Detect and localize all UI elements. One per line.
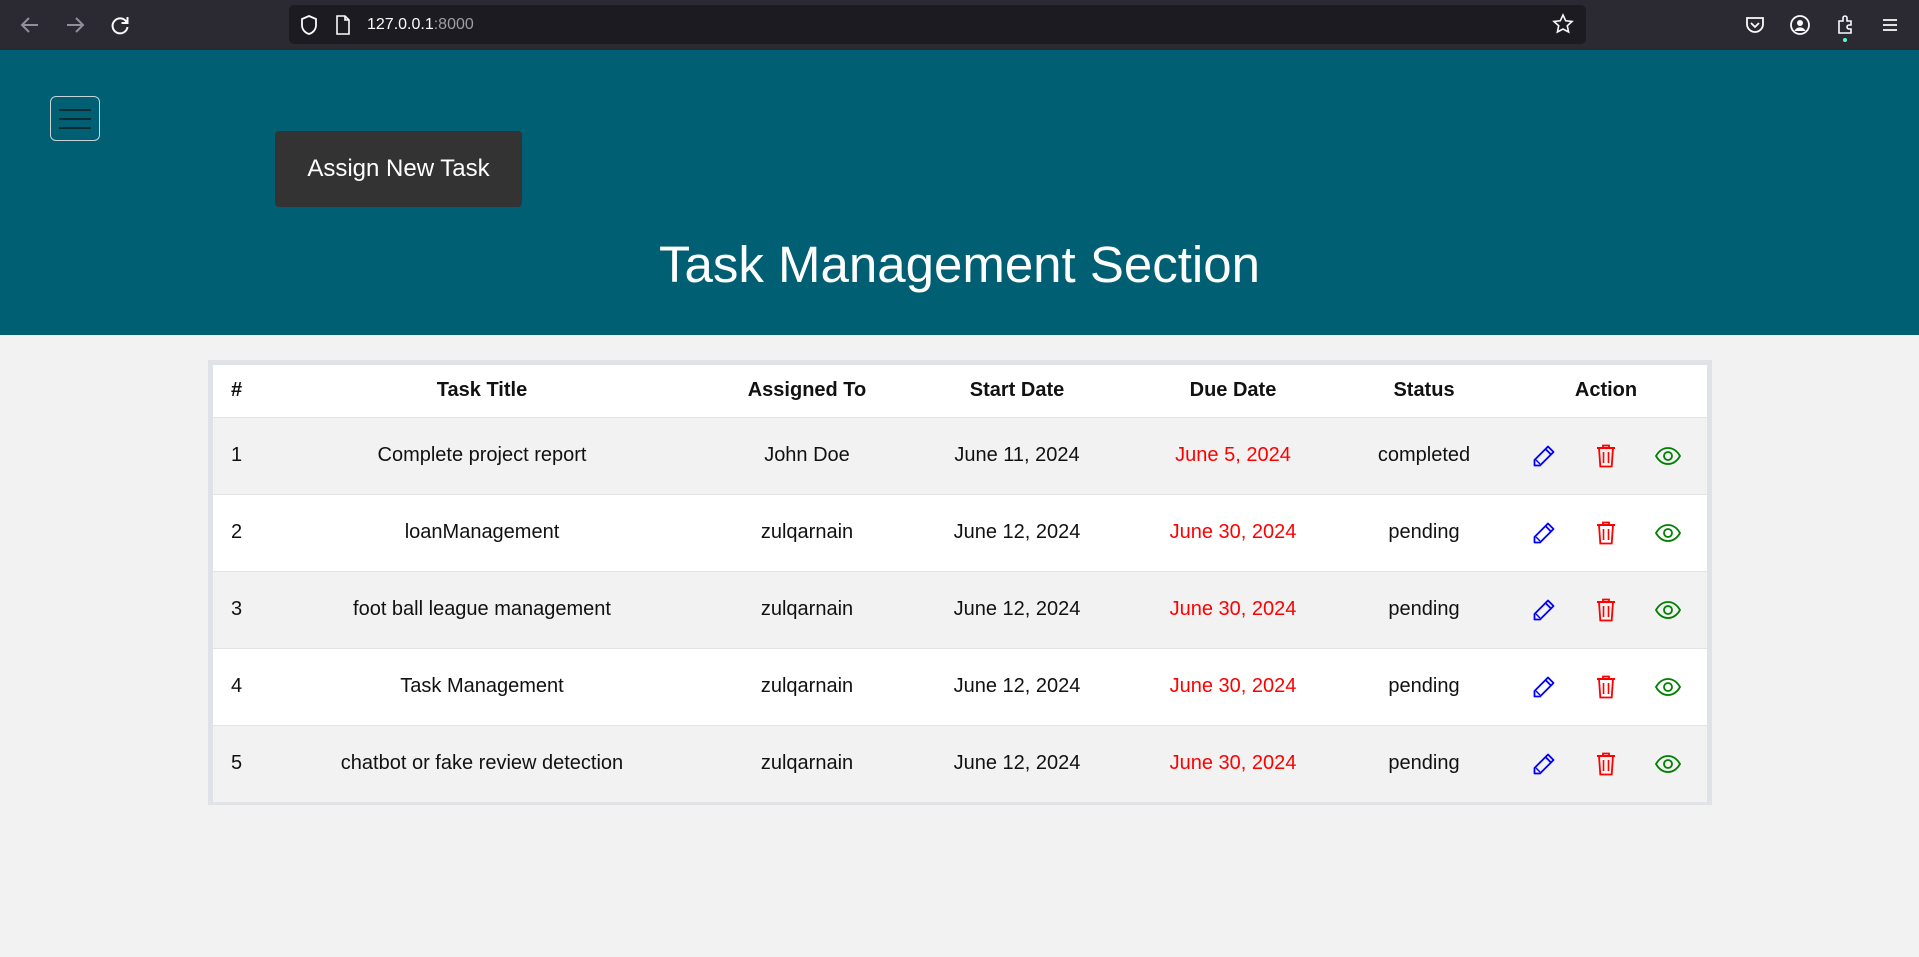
assign-new-task-button[interactable]: Assign New Task xyxy=(275,131,522,207)
task-table: # Task Title Assigned To Start Date Due … xyxy=(213,365,1707,803)
reload-icon xyxy=(111,17,129,35)
task-title: Task Management xyxy=(261,648,703,726)
task-status: pending xyxy=(1343,725,1505,803)
forward-button[interactable] xyxy=(62,12,88,38)
task-assigned-to: zulqarnain xyxy=(703,571,911,649)
task-table-container: # Task Title Assigned To Start Date Due … xyxy=(208,360,1712,805)
task-start-date: June 11, 2024 xyxy=(911,417,1123,495)
table-row: 1 Complete project report John Doe June … xyxy=(213,417,1707,495)
pencil-icon[interactable] xyxy=(1530,673,1558,701)
address-bar[interactable]: 127.0.0.1:8000 xyxy=(289,5,1586,44)
eye-icon[interactable] xyxy=(1654,750,1682,778)
task-status: pending xyxy=(1343,494,1505,572)
task-title: loanManagement xyxy=(261,494,703,572)
extensions-icon[interactable] xyxy=(1832,12,1858,38)
task-actions xyxy=(1505,648,1707,726)
eye-icon[interactable] xyxy=(1654,442,1682,470)
menu-line xyxy=(59,126,91,129)
pencil-icon[interactable] xyxy=(1530,519,1558,547)
menu-line xyxy=(59,108,91,111)
task-start-date: June 12, 2024 xyxy=(911,571,1123,649)
action-group xyxy=(1505,673,1707,701)
eye-icon[interactable] xyxy=(1654,519,1682,547)
task-number: 4 xyxy=(213,648,261,726)
trash-icon[interactable] xyxy=(1592,596,1620,624)
browser-toolbar: 127.0.0.1:8000 xyxy=(0,0,1919,50)
eye-icon[interactable] xyxy=(1654,673,1682,701)
task-due-date: June 30, 2024 xyxy=(1123,571,1343,649)
trash-icon[interactable] xyxy=(1592,442,1620,470)
task-actions xyxy=(1505,571,1707,649)
task-number: 3 xyxy=(213,571,261,649)
task-actions xyxy=(1505,494,1707,572)
task-start-date: June 12, 2024 xyxy=(911,725,1123,803)
hamburger-menu-button[interactable] xyxy=(50,96,100,141)
page-title: Task Management Section xyxy=(659,236,1260,293)
back-arrow-icon xyxy=(20,17,38,33)
column-header-due-date: Due Date xyxy=(1123,365,1343,418)
trash-icon[interactable] xyxy=(1592,750,1620,778)
page-icon xyxy=(335,15,351,40)
forward-arrow-icon xyxy=(67,17,85,33)
task-status: pending xyxy=(1343,571,1505,649)
table-row: 4 Task Management zulqarnain June 12, 20… xyxy=(213,648,1707,726)
shield-icon xyxy=(299,14,319,41)
table-row: 2 loanManagement zulqarnain June 12, 202… xyxy=(213,494,1707,572)
task-due-date: June 30, 2024 xyxy=(1123,648,1343,726)
account-icon[interactable] xyxy=(1787,12,1813,38)
menu-line xyxy=(59,117,91,120)
table-header-row: # Task Title Assigned To Start Date Due … xyxy=(213,365,1707,418)
column-header-number: # xyxy=(213,365,261,418)
reload-button[interactable] xyxy=(107,12,133,38)
task-actions xyxy=(1505,417,1707,495)
task-number: 2 xyxy=(213,494,261,572)
url-text: 127.0.0.1:8000 xyxy=(367,16,474,34)
pencil-icon[interactable] xyxy=(1530,596,1558,624)
task-number: 1 xyxy=(213,417,261,495)
task-status: pending xyxy=(1343,648,1505,726)
pocket-icon[interactable] xyxy=(1742,12,1768,38)
task-assigned-to: zulqarnain xyxy=(703,494,911,572)
column-header-action: Action xyxy=(1505,365,1707,418)
table-row: 5 chatbot or fake review detection zulqa… xyxy=(213,725,1707,803)
pencil-icon[interactable] xyxy=(1530,750,1558,778)
task-start-date: June 12, 2024 xyxy=(911,494,1123,572)
action-group xyxy=(1505,750,1707,778)
url-port: :8000 xyxy=(433,16,474,33)
action-group xyxy=(1505,519,1707,547)
column-header-status: Status xyxy=(1343,365,1505,418)
task-start-date: June 12, 2024 xyxy=(911,648,1123,726)
column-header-task-title: Task Title xyxy=(261,365,703,418)
back-button[interactable] xyxy=(17,12,43,38)
task-title: Complete project report xyxy=(261,417,703,495)
action-group xyxy=(1505,442,1707,470)
task-assigned-to: zulqarnain xyxy=(703,648,911,726)
trash-icon[interactable] xyxy=(1592,519,1620,547)
task-title: chatbot or fake review detection xyxy=(261,725,703,803)
task-due-date: June 5, 2024 xyxy=(1123,417,1343,495)
task-title: foot ball league management xyxy=(261,571,703,649)
bookmark-star-icon[interactable] xyxy=(1552,13,1574,40)
eye-icon[interactable] xyxy=(1654,596,1682,624)
action-group xyxy=(1505,596,1707,624)
task-assigned-to: zulqarnain xyxy=(703,725,911,803)
column-header-start-date: Start Date xyxy=(911,365,1123,418)
url-host: 127.0.0.1 xyxy=(367,16,434,33)
task-due-date: June 30, 2024 xyxy=(1123,725,1343,803)
task-status: completed xyxy=(1343,417,1505,495)
table-row: 3 foot ball league management zulqarnain… xyxy=(213,571,1707,649)
app-menu-icon[interactable] xyxy=(1877,12,1903,38)
task-due-date: June 30, 2024 xyxy=(1123,494,1343,572)
task-actions xyxy=(1505,725,1707,803)
task-assigned-to: John Doe xyxy=(703,417,911,495)
pencil-icon[interactable] xyxy=(1530,442,1558,470)
extension-badge-dot xyxy=(1843,38,1847,42)
column-header-assigned-to: Assigned To xyxy=(703,365,911,418)
trash-icon[interactable] xyxy=(1592,673,1620,701)
task-number: 5 xyxy=(213,725,261,803)
